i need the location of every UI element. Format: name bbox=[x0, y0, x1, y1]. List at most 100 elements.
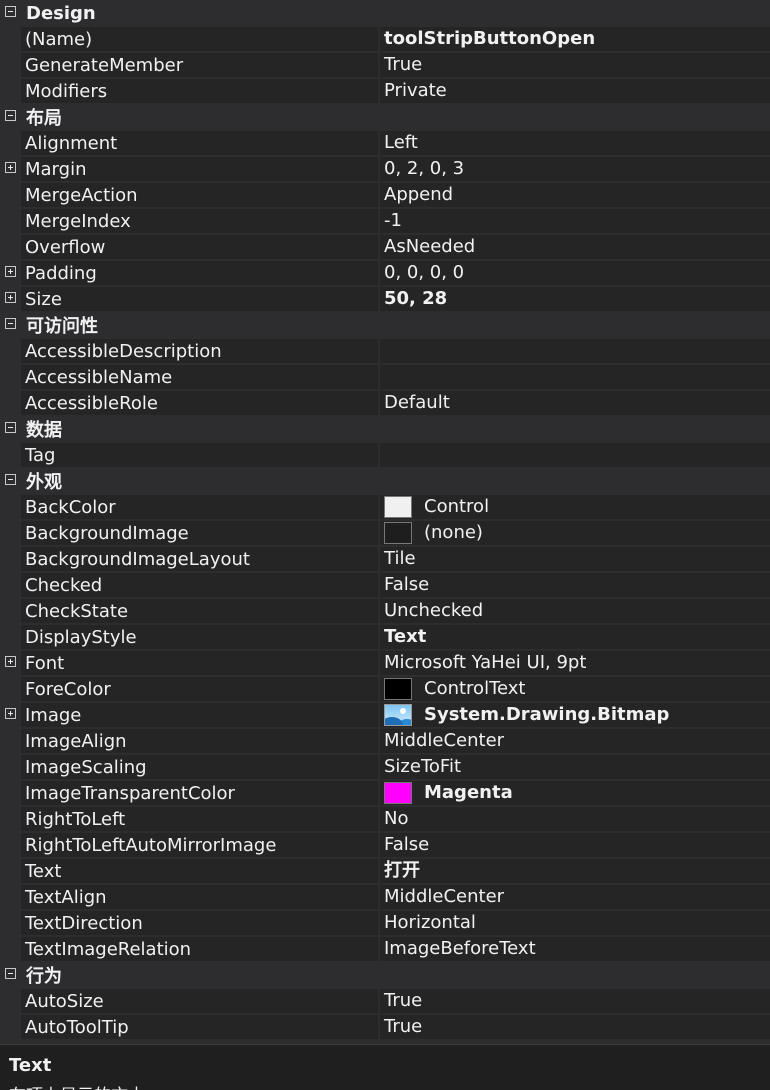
property-row-text[interactable]: Text 打开 bbox=[0, 858, 770, 884]
expand-icon[interactable] bbox=[5, 656, 16, 667]
property-value-cell[interactable]: 50, 28 bbox=[380, 286, 770, 312]
property-value-cell[interactable]: No bbox=[380, 806, 770, 832]
property-row-forecolor[interactable]: ForeColor ControlText bbox=[0, 676, 770, 702]
property-name[interactable]: AccessibleDescription bbox=[21, 338, 378, 364]
property-row-autosize[interactable]: AutoSize True bbox=[0, 988, 770, 1014]
property-value-cell[interactable]: Append bbox=[380, 182, 770, 208]
property-value-cell[interactable]: Text bbox=[380, 624, 770, 650]
property-row-alignment[interactable]: Alignment Left bbox=[0, 130, 770, 156]
collapse-icon[interactable] bbox=[5, 474, 16, 485]
property-value-cell[interactable]: Tile bbox=[380, 546, 770, 572]
collapse-icon[interactable] bbox=[5, 6, 16, 17]
property-name[interactable]: GenerateMember bbox=[21, 52, 378, 78]
property-row-overflow[interactable]: Overflow AsNeeded bbox=[0, 234, 770, 260]
property-name[interactable]: ForeColor bbox=[21, 676, 378, 702]
property-row-backgroundimagelayout[interactable]: BackgroundImageLayout Tile bbox=[0, 546, 770, 572]
property-name[interactable]: BackgroundImage bbox=[21, 520, 378, 546]
property-name[interactable]: DisplayStyle bbox=[21, 624, 378, 650]
property-name[interactable]: CheckState bbox=[21, 598, 378, 624]
property-name[interactable]: TextAlign bbox=[21, 884, 378, 910]
property-row-textalign[interactable]: TextAlign MiddleCenter bbox=[0, 884, 770, 910]
property-name[interactable]: Overflow bbox=[21, 234, 378, 260]
property-value-cell[interactable]: Horizontal bbox=[380, 910, 770, 936]
property-value-cell[interactable]: True bbox=[380, 52, 770, 78]
property-name[interactable]: Text bbox=[21, 858, 378, 884]
property-value-cell[interactable]: (none) bbox=[380, 520, 770, 546]
property-name[interactable]: Tag bbox=[21, 442, 378, 468]
property-row-imagescaling[interactable]: ImageScaling SizeToFit bbox=[0, 754, 770, 780]
property-value-cell[interactable]: Magenta bbox=[380, 780, 770, 806]
property-value-cell[interactable] bbox=[380, 338, 770, 364]
property-row-textimagerelation[interactable]: TextImageRelation ImageBeforeText bbox=[0, 936, 770, 962]
category-header[interactable]: 数据 bbox=[0, 416, 770, 442]
property-row-backgroundimage[interactable]: BackgroundImage (none) bbox=[0, 520, 770, 546]
property-name[interactable]: MergeIndex bbox=[21, 208, 378, 234]
property-value-cell[interactable]: System.Drawing.Bitmap bbox=[380, 702, 770, 728]
property-row-modifiers[interactable]: Modifiers Private bbox=[0, 78, 770, 104]
property-name[interactable]: Alignment bbox=[21, 130, 378, 156]
category-header[interactable]: 行为 bbox=[0, 962, 770, 988]
property-name[interactable]: ImageScaling bbox=[21, 754, 378, 780]
property-name[interactable]: MergeAction bbox=[21, 182, 378, 208]
property-row-font[interactable]: Font Microsoft YaHei UI, 9pt bbox=[0, 650, 770, 676]
property-row-imagealign[interactable]: ImageAlign MiddleCenter bbox=[0, 728, 770, 754]
property-value-cell[interactable]: ImageBeforeText bbox=[380, 936, 770, 962]
property-value-cell[interactable] bbox=[380, 442, 770, 468]
property-name[interactable]: Padding bbox=[21, 260, 378, 286]
property-value-cell[interactable]: Control bbox=[380, 494, 770, 520]
property-name[interactable]: BackgroundImageLayout bbox=[21, 546, 378, 572]
property-row-mergeindex[interactable]: MergeIndex -1 bbox=[0, 208, 770, 234]
expand-icon[interactable] bbox=[5, 162, 16, 173]
property-value-cell[interactable]: MiddleCenter bbox=[380, 728, 770, 754]
property-value-cell[interactable]: MiddleCenter bbox=[380, 884, 770, 910]
property-name[interactable]: ImageAlign bbox=[21, 728, 378, 754]
property-value-cell[interactable]: AsNeeded bbox=[380, 234, 770, 260]
property-row-name[interactable]: (Name) toolStripButtonOpen bbox=[0, 26, 770, 52]
collapse-icon[interactable] bbox=[5, 968, 16, 979]
property-name[interactable]: BackColor bbox=[21, 494, 378, 520]
property-row-checkstate[interactable]: CheckState Unchecked bbox=[0, 598, 770, 624]
property-row-tag[interactable]: Tag bbox=[0, 442, 770, 468]
property-value-cell[interactable]: Default bbox=[380, 390, 770, 416]
property-row-autotooltip[interactable]: AutoToolTip True bbox=[0, 1014, 770, 1040]
property-name[interactable]: AccessibleRole bbox=[21, 390, 378, 416]
property-value-cell[interactable]: toolStripButtonOpen bbox=[380, 26, 770, 52]
property-value-cell[interactable]: 打开 bbox=[380, 858, 770, 884]
property-value-cell[interactable]: 0, 2, 0, 3 bbox=[380, 156, 770, 182]
property-value-cell[interactable]: True bbox=[380, 1014, 770, 1040]
property-row-righttoleftautomirrorimage[interactable]: RightToLeftAutoMirrorImage False bbox=[0, 832, 770, 858]
property-value-cell[interactable]: True bbox=[380, 988, 770, 1014]
property-name[interactable]: Checked bbox=[21, 572, 378, 598]
property-name[interactable]: Margin bbox=[21, 156, 378, 182]
property-name[interactable]: Size bbox=[21, 286, 378, 312]
property-value-cell[interactable]: ControlText bbox=[380, 676, 770, 702]
property-name[interactable]: ImageTransparentColor bbox=[21, 780, 378, 806]
collapse-icon[interactable] bbox=[5, 318, 16, 329]
property-name[interactable]: AccessibleName bbox=[21, 364, 378, 390]
category-header[interactable]: 布局 bbox=[0, 104, 770, 130]
property-row-padding[interactable]: Padding 0, 0, 0, 0 bbox=[0, 260, 770, 286]
property-name[interactable]: RightToLeftAutoMirrorImage bbox=[21, 832, 378, 858]
property-value-cell[interactable] bbox=[380, 364, 770, 390]
property-name[interactable]: (Name) bbox=[21, 26, 378, 52]
property-value-cell[interactable]: Unchecked bbox=[380, 598, 770, 624]
property-row-imagetransparentcolor[interactable]: ImageTransparentColor Magenta bbox=[0, 780, 770, 806]
collapse-icon[interactable] bbox=[5, 110, 16, 121]
property-value-cell[interactable]: -1 bbox=[380, 208, 770, 234]
property-row-displaystyle[interactable]: DisplayStyle Text bbox=[0, 624, 770, 650]
property-name[interactable]: TextImageRelation bbox=[21, 936, 378, 962]
property-value-cell[interactable]: Private bbox=[380, 78, 770, 104]
property-row-accessibledescription[interactable]: AccessibleDescription bbox=[0, 338, 770, 364]
property-row-backcolor[interactable]: BackColor Control bbox=[0, 494, 770, 520]
property-row-righttoleft[interactable]: RightToLeft No bbox=[0, 806, 770, 832]
property-row-margin[interactable]: Margin 0, 2, 0, 3 bbox=[0, 156, 770, 182]
property-row-textdirection[interactable]: TextDirection Horizontal bbox=[0, 910, 770, 936]
property-name[interactable]: Image bbox=[21, 702, 378, 728]
category-header[interactable]: 外观 bbox=[0, 468, 770, 494]
property-row-generatemember[interactable]: GenerateMember True bbox=[0, 52, 770, 78]
property-name[interactable]: AutoToolTip bbox=[21, 1014, 378, 1040]
property-row-accessiblerole[interactable]: AccessibleRole Default bbox=[0, 390, 770, 416]
property-name[interactable]: Modifiers bbox=[21, 78, 378, 104]
expand-icon[interactable] bbox=[5, 708, 16, 719]
property-row-accessiblename[interactable]: AccessibleName bbox=[0, 364, 770, 390]
